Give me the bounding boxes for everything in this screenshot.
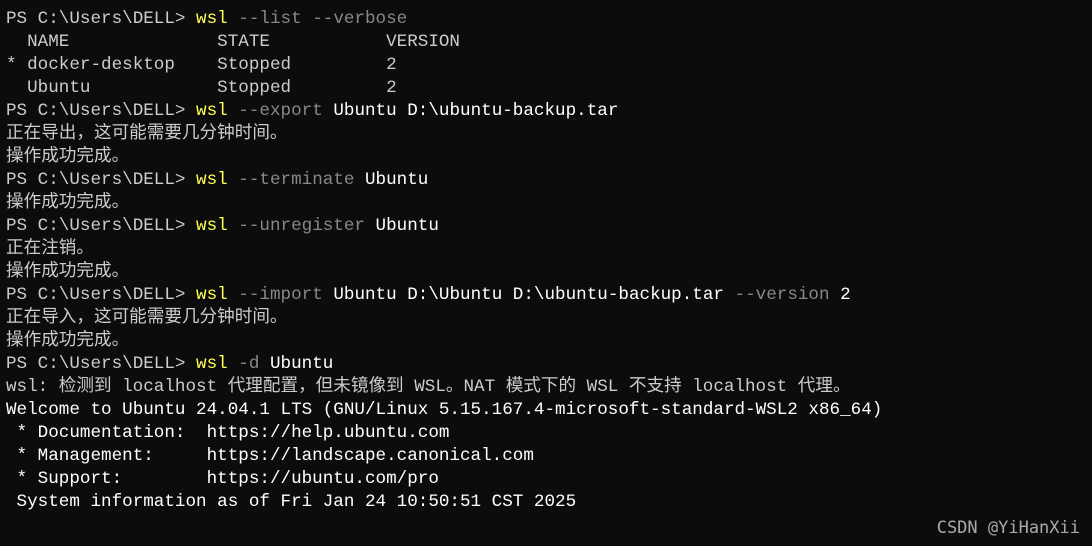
output-line: 操作成功完成。 <box>6 146 1086 169</box>
flag: --export <box>228 101 323 121</box>
ps-prompt: PS C:\Users\DELL> <box>6 216 196 236</box>
output-line: 操作成功完成。 <box>6 330 1086 353</box>
table-header: NAME STATE VERSION <box>6 31 1086 54</box>
wsl-cmd: wsl <box>196 101 228 121</box>
ps-prompt: PS C:\Users\DELL> <box>6 101 196 121</box>
output-line: wsl: 检测到 localhost 代理配置，但未镜像到 WSL。NAT 模式… <box>6 376 1086 399</box>
flag: -d <box>228 354 260 374</box>
arg: Ubuntu D:\Ubuntu D:\ubuntu-backup.tar <box>323 285 735 305</box>
output-line: 正在导入，这可能需要几分钟时间。 <box>6 307 1086 330</box>
ps-prompt: PS C:\Users\DELL> <box>6 9 196 29</box>
ps-prompt: PS C:\Users\DELL> <box>6 285 196 305</box>
flag: --terminate <box>228 170 355 190</box>
wsl-cmd: wsl <box>196 354 228 374</box>
wsl-cmd: wsl <box>196 170 228 190</box>
flag: --list --verbose <box>228 9 408 29</box>
terminal-output: PS C:\Users\DELL> wsl --list --verbose N… <box>6 0 1086 514</box>
output-line: 正在导出，这可能需要几分钟时间。 <box>6 123 1086 146</box>
cmd-line-terminate: PS C:\Users\DELL> wsl --terminate Ubuntu <box>6 169 1086 192</box>
flag: --unregister <box>228 216 365 236</box>
sysinfo-line: System information as of Fri Jan 24 10:5… <box>6 491 1086 514</box>
watermark: CSDN @YiHanXii <box>937 517 1080 540</box>
arg: Ubuntu <box>365 216 439 236</box>
arg: Ubuntu <box>354 170 428 190</box>
output-line: 操作成功完成。 <box>6 261 1086 284</box>
mgmt-line: * Management: https://landscape.canonica… <box>6 445 1086 468</box>
cmd-line-list: PS C:\Users\DELL> wsl --list --verbose <box>6 8 1086 31</box>
cmd-line-d: PS C:\Users\DELL> wsl -d Ubuntu <box>6 353 1086 376</box>
cmd-line-unregister: PS C:\Users\DELL> wsl --unregister Ubunt… <box>6 215 1086 238</box>
wsl-cmd: wsl <box>196 216 228 236</box>
support-line: * Support: https://ubuntu.com/pro <box>6 468 1086 491</box>
welcome-line: Welcome to Ubuntu 24.04.1 LTS (GNU/Linux… <box>6 399 1086 422</box>
output-line: 正在注销。 <box>6 238 1086 261</box>
flag: --version <box>735 285 830 305</box>
arg: Ubuntu D:\ubuntu-backup.tar <box>323 101 619 121</box>
arg: 2 <box>830 285 851 305</box>
table-row: Ubuntu Stopped 2 <box>6 77 1086 100</box>
ps-prompt: PS C:\Users\DELL> <box>6 354 196 374</box>
doc-line: * Documentation: https://help.ubuntu.com <box>6 422 1086 445</box>
arg: Ubuntu <box>259 354 333 374</box>
flag: --import <box>228 285 323 305</box>
output-line: 操作成功完成。 <box>6 192 1086 215</box>
wsl-cmd: wsl <box>196 285 228 305</box>
cmd-line-import: PS C:\Users\DELL> wsl --import Ubuntu D:… <box>6 284 1086 307</box>
table-row: * docker-desktop Stopped 2 <box>6 54 1086 77</box>
cmd-line-export: PS C:\Users\DELL> wsl --export Ubuntu D:… <box>6 100 1086 123</box>
ps-prompt: PS C:\Users\DELL> <box>6 170 196 190</box>
wsl-cmd: wsl <box>196 9 228 29</box>
